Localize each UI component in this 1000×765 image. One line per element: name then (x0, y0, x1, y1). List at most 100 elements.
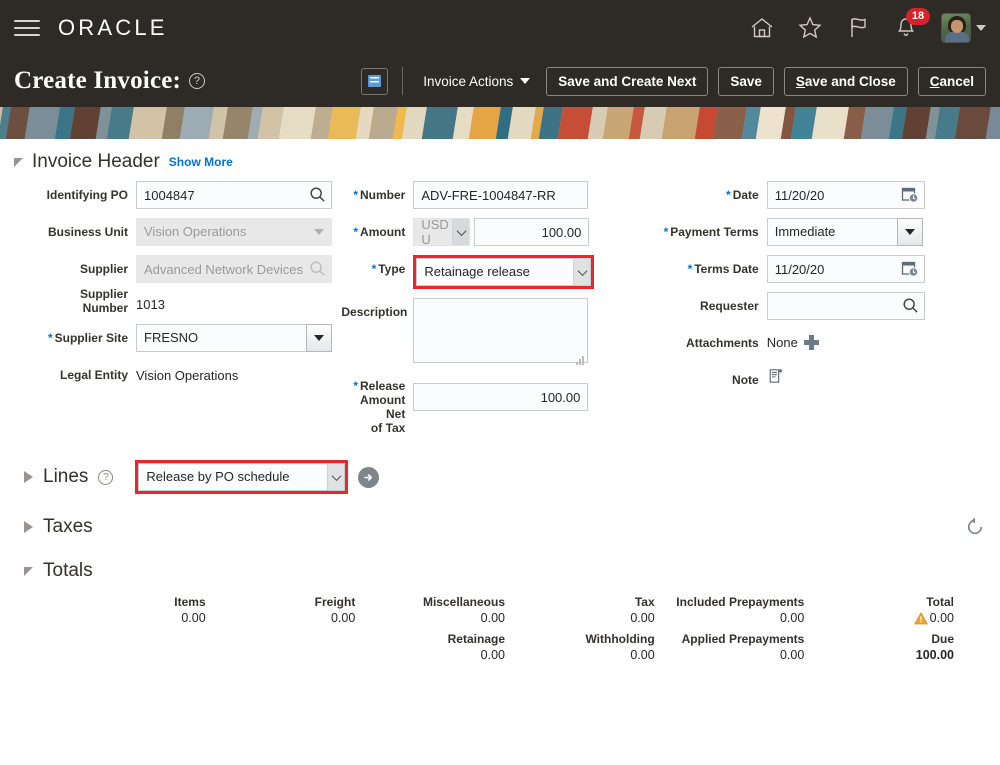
release-amount-input[interactable] (413, 383, 589, 411)
totals-label: Withholding (585, 632, 655, 646)
home-icon[interactable] (749, 15, 775, 41)
payment-terms-select[interactable]: Immediate (766, 218, 923, 246)
invoice-header-disclosure-icon[interactable] (14, 157, 23, 167)
help-icon[interactable]: ? (189, 73, 206, 89)
field-description: Description (341, 298, 658, 368)
number-input[interactable] (413, 181, 589, 209)
amount-input[interactable] (474, 218, 590, 246)
business-unit-dropdown-icon (306, 218, 332, 246)
save-button[interactable]: Save (718, 66, 774, 96)
notifications-bell-icon[interactable]: 18 (893, 7, 930, 41)
totals-grid-row-1: Items 0.00 Freight 0.00 Miscellaneous 0.… (14, 582, 986, 627)
totals-disclosure-icon[interactable] (24, 566, 33, 576)
lines-disclosure-icon[interactable] (24, 471, 33, 483)
business-unit-select: Vision Operations (136, 218, 332, 246)
note-icon[interactable] (767, 366, 785, 384)
field-attachments: Attachments None (659, 329, 986, 357)
identifying-po-label: Identifying PO (46, 188, 128, 202)
invoice-actions-menu[interactable]: Invoice Actions (417, 74, 536, 89)
type-select[interactable]: Retainage release (416, 258, 592, 286)
attachments-label: Attachments (686, 336, 759, 350)
invoice-actions-label: Invoice Actions (423, 73, 514, 89)
supplier-number-label: Supplier Number (79, 287, 128, 315)
calendar-icon[interactable] (901, 186, 919, 204)
search-icon[interactable] (309, 186, 326, 203)
header-column-left: Identifying PO Business Unit Vision Oper… (24, 181, 341, 444)
invoice-header-section-header: Invoice Header Show More (14, 151, 986, 173)
currency-select: USD - U (413, 218, 471, 246)
description-textarea[interactable] (413, 298, 589, 363)
terms-date-calendar-icon[interactable] (901, 260, 919, 278)
star-icon[interactable] (797, 15, 823, 41)
refresh-icon[interactable] (964, 516, 986, 538)
type-label: * Type (371, 262, 406, 276)
totals-label: Freight (314, 595, 356, 609)
main-content: Invoice Header Show More Identifying PO … (0, 139, 1000, 664)
requester-search-icon[interactable] (902, 297, 919, 314)
notification-badge: 18 (906, 7, 930, 25)
field-supplier-site: * Supplier Site FRESNO (24, 324, 341, 352)
required-indicator: * (47, 331, 53, 345)
global-header-icons: 18 (749, 7, 986, 43)
taxes-disclosure-icon[interactable] (24, 521, 33, 533)
totals-value: 0.00 (779, 611, 805, 625)
totals-label: Miscellaneous (422, 595, 505, 609)
legal-entity-value: Vision Operations (136, 368, 239, 383)
totals-cell-empty-2 (224, 631, 374, 664)
supplier-label: Supplier (79, 262, 128, 276)
totals-label: Total (926, 595, 954, 609)
business-unit-label: Business Unit (47, 225, 128, 239)
decorative-banner (0, 107, 1000, 139)
field-supplier-number: Supplier Number 1013 (24, 285, 341, 315)
payment-terms-dropdown-icon[interactable] (896, 218, 923, 246)
lines-dropdown-highlight: Release by PO schedule (135, 460, 349, 494)
lines-release-select[interactable]: Release by PO schedule (138, 463, 346, 491)
save-and-close-button[interactable]: Save and Close (783, 66, 908, 96)
business-unit-value: Vision Operations (136, 218, 306, 246)
flag-icon[interactable] (845, 15, 871, 41)
cancel-button[interactable]: Cancel (917, 66, 986, 96)
totals-value: 0.00 (929, 611, 954, 625)
totals-cell-items: Items 0.00 (74, 594, 224, 627)
supplier-search-icon (310, 261, 325, 276)
lines-title: Lines (43, 466, 89, 487)
supplier-number-value: 1013 (136, 297, 165, 312)
go-arrow-icon[interactable] (358, 466, 380, 488)
totals-cell-due: Due 100.00 (822, 631, 972, 664)
page-toolbar: Invoice Actions Save and Create Next Sav… (361, 66, 986, 96)
panel-toggle-icon[interactable] (361, 67, 389, 95)
lines-release-dropdown-icon[interactable] (327, 464, 345, 490)
field-payment-terms: * Payment Terms Immediate (659, 218, 986, 246)
totals-label: Due (931, 632, 954, 646)
show-more-link[interactable]: Show More (169, 155, 233, 169)
global-header: ORACLE 18 (0, 0, 1000, 55)
page-title-bar: Create Invoice: ? Invoice Actions Save a… (0, 55, 1000, 107)
supplier-site-select[interactable]: FRESNO (136, 324, 332, 352)
field-business-unit: Business Unit Vision Operations (24, 218, 341, 246)
field-terms-date: * Terms Date (659, 255, 986, 283)
toolbar-divider (402, 67, 404, 95)
type-highlight: Retainage release (413, 255, 595, 289)
identifying-po-input[interactable] (136, 181, 332, 209)
avatar (941, 12, 971, 43)
totals-cell-applied-prepayments: Applied Prepayments 0.00 (673, 631, 823, 664)
hamburger-menu-icon[interactable] (14, 17, 40, 39)
totals-cell-withholding: Withholding 0.00 (523, 631, 673, 664)
user-menu[interactable] (941, 12, 986, 43)
field-note: Note (659, 366, 986, 394)
totals-cell-tax: Tax 0.00 (523, 594, 673, 627)
supplier-site-dropdown-icon[interactable] (306, 324, 332, 352)
add-attachment-plus-icon[interactable] (803, 335, 819, 350)
totals-value: 100.00 (915, 648, 954, 662)
save-and-create-next-button[interactable]: Save and Create Next (546, 66, 709, 96)
lines-help-icon[interactable]: ? (98, 469, 114, 485)
invoice-header-form: Identifying PO Business Unit Vision Oper… (14, 181, 986, 444)
type-dropdown-icon[interactable] (573, 259, 591, 285)
totals-cell-included-prepayments: Included Prepayments 0.00 (673, 594, 823, 627)
field-date: * Date (659, 181, 986, 209)
totals-cell-empty-1 (74, 631, 224, 664)
number-label: * Number (353, 188, 406, 202)
legal-entity-label: Legal Entity (59, 368, 128, 382)
requester-label: Requester (700, 299, 759, 313)
taxes-section: Taxes (14, 516, 986, 538)
